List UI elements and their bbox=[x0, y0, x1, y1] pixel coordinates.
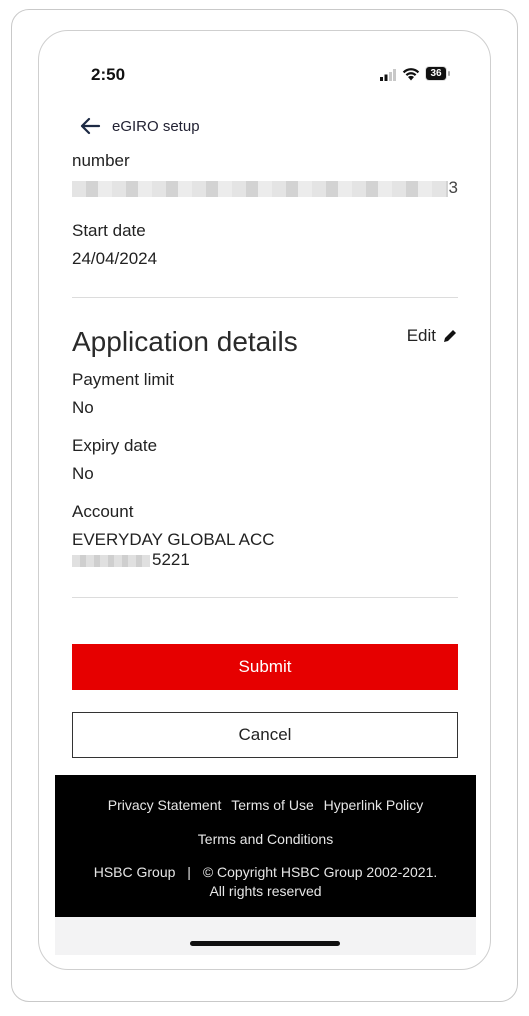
edit-label: Edit bbox=[406, 326, 436, 345]
edit-button[interactable]: Edit bbox=[407, 326, 458, 346]
submit-button[interactable]: Submit bbox=[72, 644, 458, 690]
cancel-button[interactable]: Cancel bbox=[72, 712, 458, 758]
rights-text: All rights reserved bbox=[209, 883, 322, 899]
partial-field-label: number bbox=[72, 151, 130, 170]
account-number-suffix: 5221 bbox=[152, 550, 190, 569]
terms-and-conditions-link[interactable]: Terms and Conditions bbox=[55, 831, 476, 847]
payment-limit-label: Payment limit bbox=[72, 370, 175, 389]
masked-number-value: 3 bbox=[72, 178, 458, 197]
wifi-icon bbox=[402, 68, 420, 81]
hsbc-group-link[interactable]: HSBC Group bbox=[94, 864, 176, 880]
start-date-value: 24/04/2024 bbox=[72, 249, 158, 268]
home-indicator[interactable] bbox=[190, 941, 340, 946]
section-title: Application details bbox=[72, 326, 298, 357]
battery-icon: 36 bbox=[425, 66, 451, 81]
start-date-label: Start date bbox=[72, 221, 146, 240]
status-bar: 2:50 36 bbox=[39, 31, 490, 111]
account-number: 5221 bbox=[72, 550, 458, 570]
hyperlink-policy-link[interactable]: Hyperlink Policy bbox=[324, 797, 424, 813]
masked-number-tail: 3 bbox=[448, 178, 458, 197]
footer-separator: | bbox=[187, 864, 191, 880]
page-title: eGIRO setup bbox=[112, 118, 200, 135]
account-name: EVERYDAY GLOBAL ACC bbox=[72, 530, 275, 549]
payment-limit-value: No bbox=[72, 398, 94, 417]
phone-screen: 2:50 36 eGIRO setup number 3 Start date … bbox=[38, 30, 491, 970]
home-indicator-area bbox=[55, 917, 476, 955]
footer-links: Privacy Statement Terms of Use Hyperlink… bbox=[55, 797, 476, 813]
battery-level: 36 bbox=[426, 67, 446, 80]
status-time: 2:50 bbox=[91, 65, 126, 84]
privacy-statement-link[interactable]: Privacy Statement bbox=[108, 797, 222, 813]
footer-copyright: HSBC Group | © Copyright HSBC Group 2002… bbox=[55, 863, 476, 901]
copyright-text: © Copyright HSBC Group 2002-2021. bbox=[202, 864, 438, 880]
footer: Privacy Statement Terms of Use Hyperlink… bbox=[55, 775, 476, 917]
section-divider-bottom bbox=[72, 597, 458, 598]
expiry-date-label: Expiry date bbox=[72, 436, 158, 455]
account-label: Account bbox=[72, 502, 134, 521]
expiry-date-value: No bbox=[72, 464, 94, 483]
pencil-icon bbox=[444, 330, 456, 342]
masked-account-digits bbox=[72, 554, 150, 567]
form-summary: number 3 Start date 24/04/2024 Applicati… bbox=[72, 151, 458, 598]
header-bar: eGIRO setup bbox=[39, 111, 490, 141]
terms-of-use-link[interactable]: Terms of Use bbox=[231, 797, 313, 813]
signal-icon bbox=[380, 69, 396, 81]
back-arrow-icon[interactable] bbox=[79, 116, 101, 136]
application-details-header: Application details Edit bbox=[72, 326, 458, 366]
